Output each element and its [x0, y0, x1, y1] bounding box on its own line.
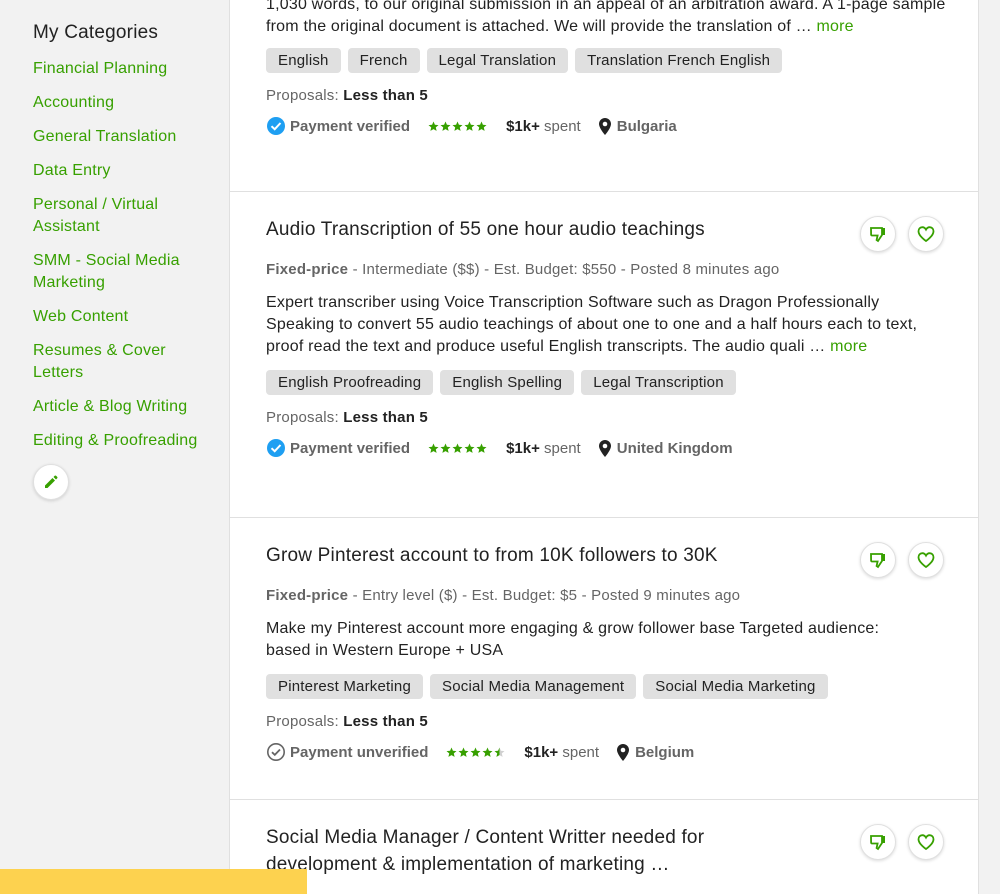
- dislike-button[interactable]: [860, 824, 896, 860]
- job-card[interactable]: 1,030 words, to our original submission …: [230, 0, 978, 192]
- skill-tag[interactable]: Social Media Marketing: [643, 674, 828, 699]
- client-spent: $1k+ spent: [524, 743, 600, 761]
- unverified-badge-icon: [267, 743, 285, 761]
- heart-icon: [917, 552, 935, 568]
- location-pin-icon: [617, 743, 630, 761]
- skill-tag[interactable]: Pinterest Marketing: [266, 674, 424, 699]
- skill-tag[interactable]: English Proofreading: [266, 370, 434, 395]
- star-icon: [464, 121, 475, 131]
- save-job-button[interactable]: [908, 824, 944, 860]
- job-description: 1,030 words, to our original submission …: [266, 0, 946, 35]
- notification-banner[interactable]: [0, 869, 307, 894]
- thumbs-down-icon: [870, 227, 885, 243]
- payment-status: Payment verified: [266, 438, 410, 458]
- star-icon: [464, 443, 475, 453]
- category-editing-proofreading[interactable]: Editing & Proofreading: [33, 430, 213, 452]
- category-web-content[interactable]: Web Content: [33, 306, 213, 328]
- skill-tags: Pinterest Marketing Social Media Managem…: [266, 674, 942, 699]
- star-icon: [482, 747, 493, 757]
- skill-tag[interactable]: Translation French English: [575, 48, 783, 73]
- skill-tag[interactable]: Legal Transcription: [581, 370, 736, 395]
- thumbs-down-icon: [870, 553, 885, 569]
- skill-tags: English French Legal Translation Transla…: [266, 48, 942, 73]
- category-article-blog[interactable]: Article & Blog Writing: [33, 396, 213, 418]
- job-card[interactable]: Grow Pinterest account to from 10K follo…: [230, 518, 978, 800]
- client-spent: $1k+ spent: [506, 439, 581, 457]
- sidebar-heading: My Categories: [33, 22, 159, 43]
- proposals: Proposals: Less than 5: [266, 87, 428, 104]
- job-meta: Fixed-price - Intermediate ($$) - Est. B…: [266, 261, 780, 278]
- thumbs-down-icon: [870, 835, 885, 851]
- pencil-icon: [45, 475, 58, 488]
- job-card[interactable]: Audio Transcription of 55 one hour audio…: [230, 192, 978, 518]
- payment-status: Payment verified: [266, 116, 410, 136]
- client-rating: [446, 747, 506, 758]
- job-feed: 1,030 words, to our original submission …: [229, 0, 979, 894]
- proposals: Proposals: Less than 5: [266, 713, 428, 730]
- client-location: United Kingdom: [598, 439, 733, 457]
- save-job-button[interactable]: [908, 542, 944, 578]
- category-personal-virtual-assistant[interactable]: Personal / Virtual Assistant: [33, 194, 213, 238]
- job-actions: [860, 216, 944, 252]
- skill-tag[interactable]: French: [347, 48, 420, 73]
- skill-tag[interactable]: Social Media Management: [430, 674, 637, 699]
- category-data-entry[interactable]: Data Entry: [33, 160, 213, 182]
- more-link[interactable]: more: [817, 18, 854, 35]
- edit-categories-button[interactable]: [33, 464, 69, 500]
- more-link[interactable]: more: [830, 338, 867, 355]
- heart-icon: [917, 226, 935, 242]
- client-location: Bulgaria: [598, 117, 677, 135]
- client-rating: [428, 121, 488, 132]
- star-icon: [446, 747, 457, 757]
- star-icon: [494, 747, 505, 757]
- client-info: Payment verified $1k+ spent Bulgaria: [266, 116, 942, 136]
- job-card[interactable]: Social Media Manager / Content Writter n…: [230, 800, 978, 894]
- client-rating: [428, 443, 488, 454]
- skill-tag[interactable]: English Spelling: [440, 370, 575, 395]
- dislike-button[interactable]: [860, 216, 896, 252]
- client-location: Belgium: [617, 743, 694, 761]
- star-icon: [476, 121, 487, 131]
- verified-badge-icon: [267, 117, 285, 135]
- star-icon: [428, 443, 439, 453]
- job-title[interactable]: Audio Transcription of 55 one hour audio…: [266, 216, 826, 243]
- job-actions: [860, 824, 944, 860]
- client-spent: $1k+ spent: [506, 117, 581, 135]
- star-icon: [440, 121, 451, 131]
- star-icon: [470, 747, 481, 757]
- location-pin-icon: [598, 439, 611, 457]
- job-meta: Fixed-price - Entry level ($) - Est. Bud…: [266, 587, 741, 604]
- skill-tag[interactable]: English: [266, 48, 341, 73]
- category-accounting[interactable]: Accounting: [33, 92, 213, 114]
- skill-tags: English Proofreading English Spelling Le…: [266, 370, 942, 395]
- save-job-button[interactable]: [908, 216, 944, 252]
- star-icon: [476, 443, 487, 453]
- star-icon: [428, 121, 439, 131]
- category-smm[interactable]: SMM - Social Media Marketing: [33, 250, 213, 294]
- category-list: Financial Planning Accounting General Tr…: [33, 58, 229, 452]
- client-info: Payment verified $1k+ spent United Kingd…: [266, 438, 942, 458]
- verified-badge-icon: [267, 439, 285, 457]
- dislike-button[interactable]: [860, 542, 896, 578]
- star-icon: [458, 747, 469, 757]
- skill-tag[interactable]: Legal Translation: [426, 48, 569, 73]
- sidebar: My Categories Financial Planning Account…: [0, 0, 229, 894]
- location-pin-icon: [598, 117, 611, 135]
- proposals: Proposals: Less than 5: [266, 409, 428, 426]
- star-icon: [452, 443, 463, 453]
- star-icon: [440, 443, 451, 453]
- category-general-translation[interactable]: General Translation: [33, 126, 213, 148]
- job-actions: [860, 542, 944, 578]
- job-title[interactable]: Social Media Manager / Content Writter n…: [266, 824, 786, 878]
- category-resumes[interactable]: Resumes & Cover Letters: [33, 340, 213, 384]
- category-financial-planning[interactable]: Financial Planning: [33, 58, 213, 80]
- heart-icon: [917, 834, 935, 850]
- client-info: Payment unverified $1k+ spent Belgium: [266, 742, 942, 762]
- job-description: Make my Pinterest account more engaging …: [266, 620, 880, 659]
- star-icon: [452, 121, 463, 131]
- payment-status: Payment unverified: [266, 742, 428, 762]
- job-description: Expert transcriber using Voice Transcrip…: [266, 294, 918, 355]
- job-title[interactable]: Grow Pinterest account to from 10K follo…: [266, 542, 826, 569]
